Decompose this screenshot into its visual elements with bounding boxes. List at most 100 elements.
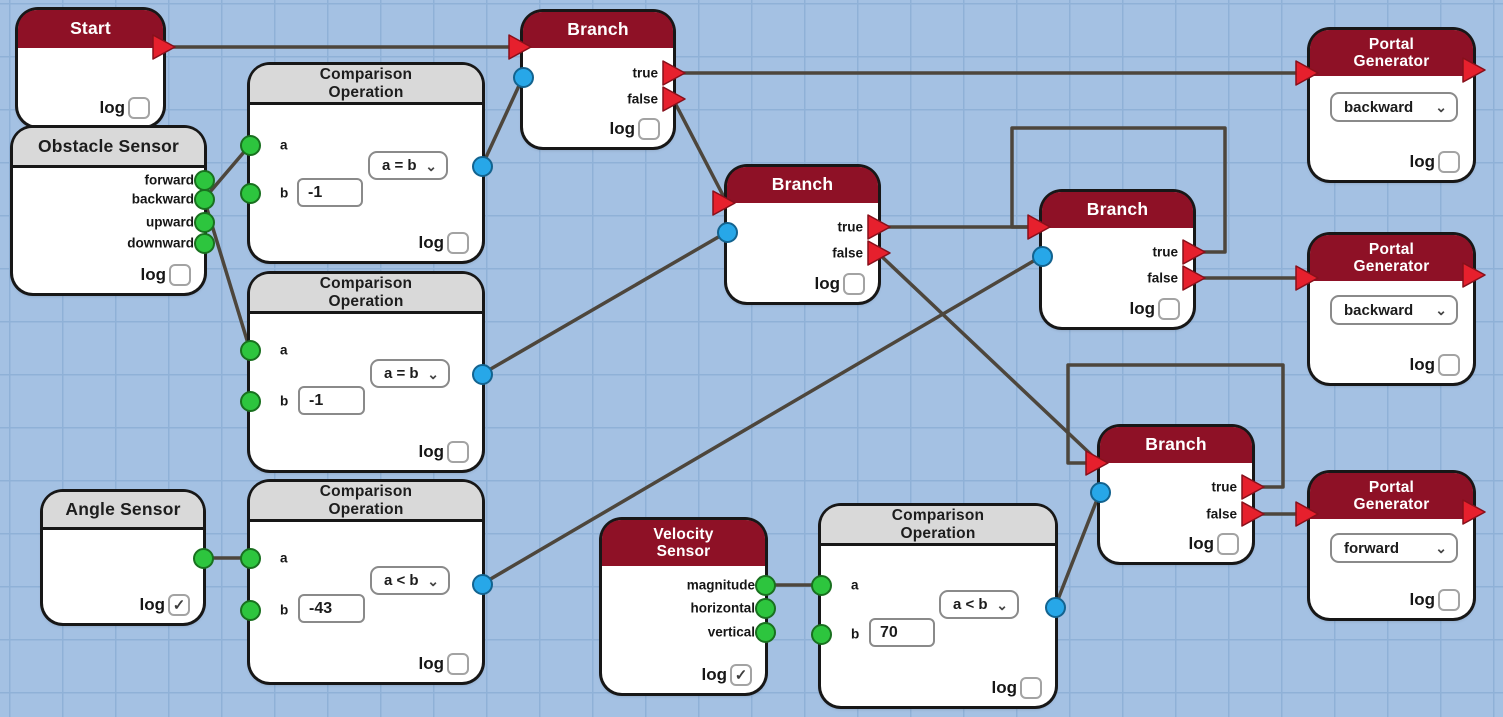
flow-port-true[interactable] [1241, 474, 1265, 500]
flow-port-false[interactable] [662, 86, 686, 112]
flow-port-false[interactable] [1182, 265, 1206, 291]
flow-port-flow-in[interactable] [1085, 450, 1109, 476]
port-result[interactable] [471, 363, 493, 385]
log-checkbox[interactable] [638, 118, 660, 140]
flow-port-false[interactable] [867, 240, 891, 266]
port-b[interactable] [239, 599, 261, 621]
port-label-false: false [1206, 506, 1237, 522]
flow-port-false[interactable] [1241, 501, 1265, 527]
flow-port-flow-out[interactable] [152, 34, 176, 60]
operator-select[interactable]: a < b ⌄ [370, 566, 450, 595]
node-branch-1[interactable]: Branch true false log [508, 12, 686, 147]
select-value: backward [1344, 301, 1414, 319]
node-title: Velocity Sensor [602, 520, 765, 566]
operator-select[interactable]: a < b ⌄ [939, 590, 1019, 619]
port-a[interactable] [810, 574, 832, 596]
flow-port-flow-out[interactable] [1462, 499, 1486, 525]
flow-port-true[interactable] [1182, 239, 1206, 265]
node-graph-canvas[interactable]: Start log Obstacle Sensor forward backward up… [0, 0, 1503, 717]
flow-port-true[interactable] [662, 60, 686, 86]
direction-select[interactable]: forward ⌄ [1330, 533, 1458, 563]
port-label-forward: forward [144, 172, 194, 188]
log-checkbox[interactable] [447, 232, 469, 254]
b-value-input[interactable] [869, 618, 935, 647]
log-checkbox[interactable] [169, 264, 191, 286]
b-value-input[interactable] [297, 178, 363, 207]
log-row: log [1189, 533, 1239, 555]
flow-port-flow-in[interactable] [1295, 265, 1319, 291]
port-result[interactable] [471, 155, 493, 177]
node-comparison-3[interactable]: Comparison Operation a b a < b ⌄ log [239, 482, 493, 682]
flow-port-flow-in[interactable] [712, 190, 736, 216]
port-condition[interactable] [512, 66, 534, 88]
port-condition[interactable] [1089, 481, 1111, 503]
log-checkbox[interactable] [1158, 298, 1180, 320]
node-title: Comparison Operation [250, 274, 482, 314]
port-horizontal[interactable] [754, 597, 776, 619]
node-title: Branch [1100, 427, 1252, 463]
port-b[interactable] [810, 623, 832, 645]
flow-port-flow-in[interactable] [1027, 214, 1051, 240]
port-result[interactable] [471, 573, 493, 595]
port-backward[interactable] [193, 188, 215, 210]
port-b[interactable] [239, 390, 261, 412]
node-velocity-sensor[interactable]: Velocity Sensor magnitude horizontal vertic… [602, 520, 776, 693]
port-downward[interactable] [193, 232, 215, 254]
log-checkbox[interactable] [1438, 589, 1460, 611]
log-checkbox[interactable] [1020, 677, 1042, 699]
flow-port-flow-in[interactable] [1295, 60, 1319, 86]
log-checkbox[interactable]: ✓ [168, 594, 190, 616]
port-condition[interactable] [716, 221, 738, 243]
port-upward[interactable] [193, 211, 215, 233]
direction-select[interactable]: backward ⌄ [1330, 295, 1458, 325]
port-a[interactable] [239, 547, 261, 569]
direction-select[interactable]: backward ⌄ [1330, 92, 1458, 122]
flow-port-flow-out[interactable] [1462, 262, 1486, 288]
port-angle[interactable] [192, 547, 214, 569]
flow-port-flow-out[interactable] [1462, 57, 1486, 83]
log-checkbox[interactable]: ✓ [730, 664, 752, 686]
flow-port-flow-in[interactable] [508, 34, 532, 60]
b-value-input[interactable] [298, 594, 365, 623]
log-row: log [1410, 354, 1460, 376]
node-portal-3[interactable]: Portal Generator forward ⌄ log [1295, 473, 1486, 618]
node-comparison-2[interactable]: Comparison Operation a b a = b ⌄ log [239, 274, 493, 470]
port-label-a: a [280, 137, 288, 153]
node-comparison-4[interactable]: Comparison Operation a b a < b ⌄ log [810, 506, 1066, 706]
log-checkbox[interactable] [128, 97, 150, 119]
node-portal-2[interactable]: Portal Generator backward ⌄ log [1295, 235, 1486, 383]
port-condition[interactable] [1031, 245, 1053, 267]
node-start[interactable]: Start log [18, 10, 176, 126]
node-comparison-1[interactable]: Comparison Operation a b a = b ⌄ log [239, 65, 493, 261]
port-label-b: b [851, 626, 860, 642]
flow-port-flow-in[interactable] [1295, 501, 1319, 527]
log-checkbox[interactable] [447, 653, 469, 675]
port-forward[interactable] [193, 169, 215, 191]
operator-select[interactable]: a = b ⌄ [368, 151, 448, 180]
port-magnitude[interactable] [754, 574, 776, 596]
log-label: log [991, 678, 1018, 697]
node-angle-sensor[interactable]: Angle Sensor log ✓ [43, 492, 214, 623]
node-branch-4[interactable]: Branch true false log [1085, 427, 1265, 562]
node-portal-1[interactable]: Portal Generator backward ⌄ log [1295, 30, 1486, 180]
port-a[interactable] [239, 134, 261, 156]
node-layer: Start log Obstacle Sensor forward backward up… [0, 0, 1503, 717]
port-result[interactable] [1044, 596, 1066, 618]
log-label: log [701, 665, 728, 684]
node-obstacle-sensor[interactable]: Obstacle Sensor forward backward upward down… [13, 128, 215, 293]
log-label: log [418, 233, 445, 252]
log-checkbox[interactable] [1217, 533, 1239, 555]
log-checkbox[interactable] [1438, 151, 1460, 173]
log-checkbox[interactable] [1438, 354, 1460, 376]
log-checkbox[interactable] [843, 273, 865, 295]
port-vertical[interactable] [754, 621, 776, 643]
port-a[interactable] [239, 339, 261, 361]
node-branch-2[interactable]: Branch true false log [712, 167, 891, 302]
port-b[interactable] [239, 182, 261, 204]
log-checkbox[interactable] [447, 441, 469, 463]
node-branch-3[interactable]: Branch true false log [1027, 192, 1206, 327]
b-value-input[interactable] [298, 386, 365, 415]
operator-select[interactable]: a = b ⌄ [370, 359, 450, 388]
chevron-down-icon: ⌄ [996, 596, 1008, 613]
flow-port-true[interactable] [867, 214, 891, 240]
